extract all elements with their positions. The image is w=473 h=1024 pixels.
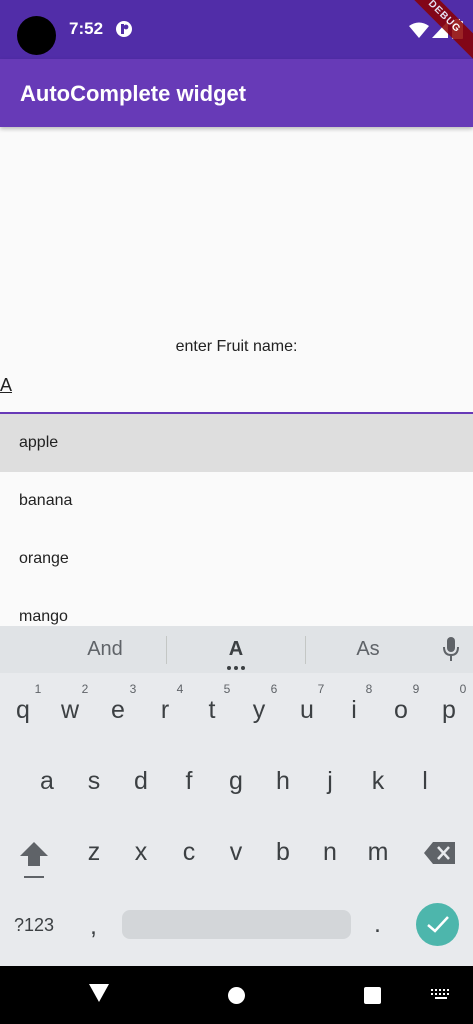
key-s[interactable]: s xyxy=(74,767,114,796)
keyboard-switch-icon[interactable] xyxy=(431,989,451,1001)
key-v[interactable]: v xyxy=(216,838,256,867)
app-bar-title: AutoComplete widget xyxy=(20,81,247,106)
app-bar: AutoComplete widget xyxy=(0,59,473,127)
key-number-hint: 2 xyxy=(81,682,89,696)
key-l[interactable]: l xyxy=(405,767,445,796)
key-t[interactable]: t xyxy=(192,696,232,725)
key-number-hint: 6 xyxy=(270,682,278,696)
key-m[interactable]: m xyxy=(358,838,398,867)
key-number-hint: 1 xyxy=(34,682,42,696)
suggestion-item[interactable]: banana xyxy=(0,472,473,530)
key-w[interactable]: w xyxy=(50,696,90,725)
wifi-icon xyxy=(409,22,429,38)
status-time: 7:52 xyxy=(69,19,104,38)
keyboard-suggestion-bar: And A As xyxy=(0,626,473,673)
symbols-key[interactable]: ?123 xyxy=(14,915,54,936)
key-number-hint: 7 xyxy=(317,682,325,696)
key-u[interactable]: u xyxy=(287,696,327,725)
key-number-hint: 8 xyxy=(365,682,373,696)
suggestion-divider xyxy=(305,636,306,664)
fruit-prompt-label: enter Fruit name: xyxy=(175,338,298,355)
key-r[interactable]: r xyxy=(145,696,185,725)
system-nav-bar xyxy=(0,966,473,1024)
key-x[interactable]: x xyxy=(121,838,161,867)
fruit-name-input[interactable]: A xyxy=(0,375,12,396)
suggestion-item[interactable]: orange xyxy=(0,530,473,588)
keyboard-suggestion[interactable]: And xyxy=(70,638,140,661)
key-number-hint: 5 xyxy=(223,682,231,696)
comma-key[interactable]: , xyxy=(90,912,97,941)
app-notification-icon xyxy=(116,21,132,37)
suggestion-list: apple banana orange mango xyxy=(0,414,473,626)
key-number-hint: 0 xyxy=(459,682,467,696)
key-y[interactable]: y xyxy=(239,696,279,725)
suggestion-divider xyxy=(166,636,167,664)
key-number-hint: 3 xyxy=(129,682,137,696)
keyboard-suggestion[interactable]: As xyxy=(338,638,398,661)
back-icon[interactable] xyxy=(89,984,109,1002)
key-f[interactable]: f xyxy=(169,767,209,796)
key-c[interactable]: c xyxy=(169,838,209,867)
space-bar[interactable] xyxy=(122,910,351,939)
key-p[interactable]: p xyxy=(429,696,469,725)
home-icon[interactable] xyxy=(228,987,245,1004)
status-bar: 7:52 DEBUG xyxy=(0,0,473,70)
key-z[interactable]: z xyxy=(74,838,114,867)
key-number-hint: 9 xyxy=(412,682,420,696)
backspace-icon[interactable] xyxy=(424,842,455,864)
key-q[interactable]: q xyxy=(3,696,43,725)
keyboard-suggestion[interactable]: A xyxy=(206,638,266,661)
key-n[interactable]: n xyxy=(310,838,350,867)
key-h[interactable]: h xyxy=(263,767,303,796)
key-e[interactable]: e xyxy=(98,696,138,725)
key-d[interactable]: d xyxy=(121,767,161,796)
key-number-hint: 4 xyxy=(176,682,184,696)
period-key[interactable]: . xyxy=(374,910,381,939)
key-i[interactable]: i xyxy=(334,696,374,725)
microphone-icon[interactable] xyxy=(441,636,461,662)
suggestion-item[interactable]: apple xyxy=(0,414,473,472)
key-b[interactable]: b xyxy=(263,838,303,867)
key-o[interactable]: o xyxy=(381,696,421,725)
camera-cutout xyxy=(17,16,56,55)
key-j[interactable]: j xyxy=(310,767,350,796)
shift-key-icon[interactable] xyxy=(19,840,49,880)
recents-icon[interactable] xyxy=(364,987,381,1004)
key-g[interactable]: g xyxy=(216,767,256,796)
suggestion-item[interactable]: mango xyxy=(0,588,473,626)
more-suggestions-icon xyxy=(227,666,245,670)
enter-key[interactable] xyxy=(416,903,459,946)
soft-keyboard: And A As 1 2 3 4 5 6 7 8 9 0 q w e r t y… xyxy=(0,626,473,966)
checkmark-icon xyxy=(427,916,449,933)
key-a[interactable]: a xyxy=(27,767,67,796)
key-k[interactable]: k xyxy=(358,767,398,796)
